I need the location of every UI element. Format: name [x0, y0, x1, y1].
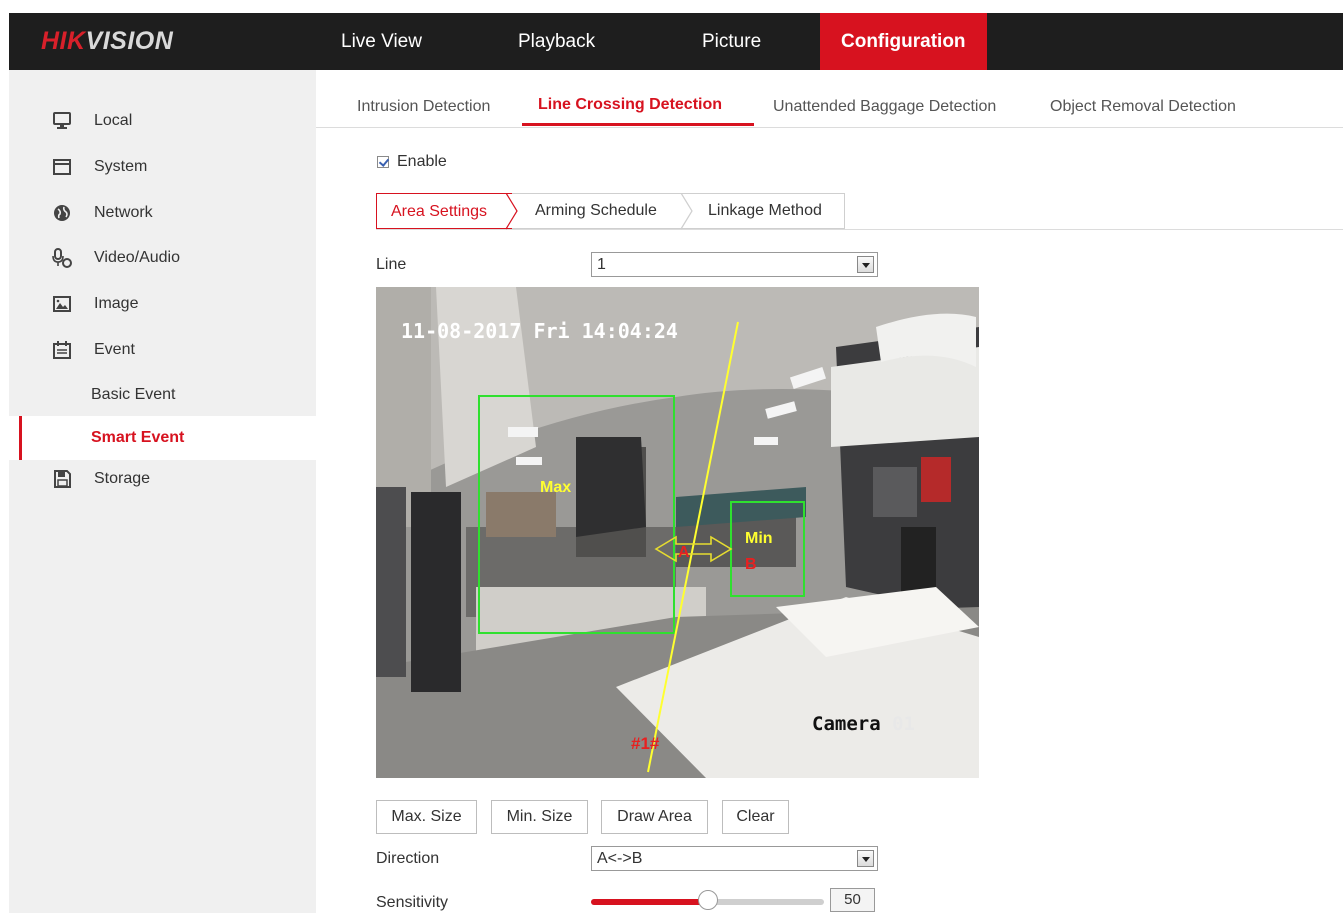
line-label: Line	[376, 256, 407, 273]
step-chevron	[680, 193, 693, 230]
direction-select-value: A<->B	[597, 850, 643, 867]
sidebar-item-label: Local	[94, 112, 133, 129]
sidebar-item-label: Image	[94, 295, 139, 312]
top-navigation-bar: HIKVISION Live View Playback Picture Con…	[9, 13, 1343, 70]
sidebar-item-image[interactable]: Image	[9, 282, 316, 326]
camera-osd: Camera 01	[812, 713, 915, 735]
clear-button[interactable]: Clear	[722, 800, 789, 834]
max-area-label: Max	[540, 479, 572, 496]
image-icon	[51, 293, 73, 315]
detection-tabs: Intrusion Detection Line Crossing Detect…	[316, 70, 1343, 128]
window-icon	[51, 156, 73, 178]
tab-unattended-baggage-detection[interactable]: Unattended Baggage Detection	[773, 98, 996, 116]
sidebar-item-system[interactable]: System	[9, 145, 316, 189]
nav-picture[interactable]: Picture	[702, 13, 761, 70]
sidebar-item-label: Basic Event	[91, 386, 176, 403]
sidebar-item-label: Video/Audio	[94, 249, 180, 266]
line-select-value: 1	[597, 256, 606, 273]
tab-intrusion-detection[interactable]: Intrusion Detection	[357, 98, 490, 116]
sidebar-item-label: Smart Event	[91, 429, 185, 446]
direction-label: Direction	[376, 850, 440, 867]
sidebar-item-storage[interactable]: Storage	[9, 457, 316, 501]
sidebar-item-video-audio[interactable]: Video/Audio	[9, 236, 316, 280]
line-select[interactable]: 1	[591, 252, 878, 277]
sensitivity-value[interactable]: 50	[830, 888, 875, 912]
min-area-label: Min	[745, 530, 773, 547]
step-linkage-method[interactable]: Linkage Method	[708, 193, 822, 229]
hikvision-logo: HIKVISION	[41, 27, 174, 55]
chevron-down-icon[interactable]	[857, 256, 874, 273]
nav-live-view[interactable]: Live View	[341, 13, 422, 70]
steps-divider	[376, 229, 1343, 230]
microphone-icon	[51, 247, 73, 269]
enable-label: Enable	[397, 153, 447, 170]
sidebar-item-label: Network	[94, 204, 153, 221]
sidebar-item-label: System	[94, 158, 148, 175]
line-number-tag: #1#	[631, 734, 660, 753]
sensitivity-slider-handle[interactable]	[698, 890, 718, 910]
video-timestamp: 11-08-2017 Fri 14:04:24	[401, 319, 678, 343]
sidebar-item-local[interactable]: Local	[9, 99, 316, 143]
max-size-button[interactable]: Max. Size	[376, 800, 477, 834]
chevron-down-icon[interactable]	[857, 850, 874, 867]
step-arming-schedule[interactable]: Arming Schedule	[535, 193, 657, 229]
calendar-icon	[51, 339, 73, 361]
direction-select[interactable]: A<->B	[591, 846, 878, 871]
globe-icon	[51, 202, 73, 224]
sidebar-item-network[interactable]: Network	[9, 191, 316, 235]
tab-object-removal-detection[interactable]: Object Removal Detection	[1050, 98, 1236, 116]
active-tab-indicator	[522, 123, 754, 126]
sidebar-item-label: Event	[94, 341, 135, 358]
video-preview[interactable]: 11-08-2017 Fri 14:04:24 Max Min A B #1# …	[376, 287, 979, 778]
min-size-button[interactable]: Min. Size	[491, 800, 588, 834]
sidebar-item-smart-event[interactable]: Smart Event	[9, 416, 316, 460]
sensitivity-label: Sensitivity	[376, 894, 449, 911]
draw-area-button[interactable]: Draw Area	[601, 800, 708, 834]
sidebar-item-basic-event[interactable]: Basic Event	[9, 373, 316, 417]
camera-osd-label: Camera	[812, 713, 881, 735]
side-a-label: A	[678, 544, 690, 561]
step-area-settings[interactable]: Area Settings	[376, 193, 512, 229]
sidebar-item-event[interactable]: Event	[9, 328, 316, 372]
sidebar: Local System Network Video/Audio Image E…	[9, 70, 316, 913]
step-chevron-active	[505, 193, 518, 230]
enable-checkbox[interactable]	[377, 156, 389, 168]
nav-playback[interactable]: Playback	[518, 13, 595, 70]
tab-line-crossing-detection[interactable]: Line Crossing Detection	[538, 96, 722, 114]
disk-icon	[51, 468, 73, 490]
sensitivity-slider-fill	[591, 899, 708, 905]
nav-configuration[interactable]: Configuration	[820, 13, 987, 70]
camera-scene	[376, 287, 979, 778]
monitor-icon	[51, 110, 73, 132]
camera-osd-number: 01	[892, 713, 915, 735]
sidebar-item-label: Storage	[94, 470, 151, 487]
enable-toggle[interactable]: Enable	[377, 153, 447, 171]
side-b-label: B	[745, 556, 757, 573]
